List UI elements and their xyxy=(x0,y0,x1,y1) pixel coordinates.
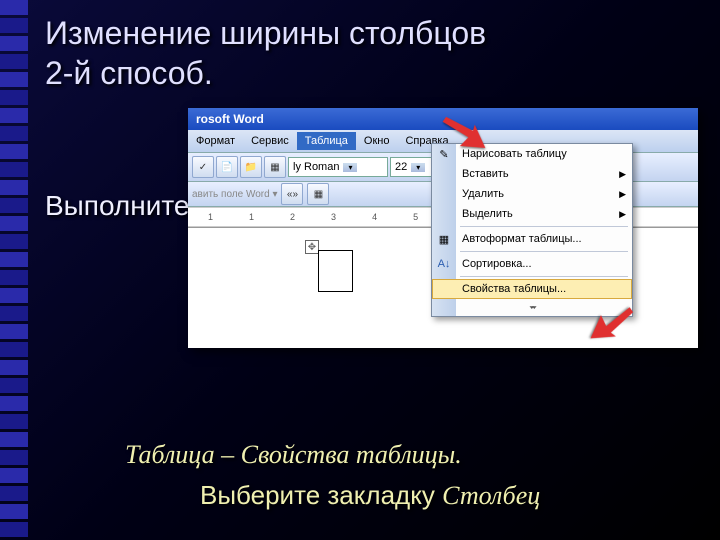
menu-item-select[interactable]: Выделить ▶ xyxy=(432,204,632,224)
menu-item-delete[interactable]: Удалить ▶ xyxy=(432,184,632,204)
slide-title-line1: Изменение ширины столбцов xyxy=(45,15,486,52)
pencil-icon: ✎ xyxy=(435,146,453,162)
ruler-mark: 5 xyxy=(413,212,418,222)
menu-item-label: Выделить xyxy=(462,208,513,220)
menu-item-autoformat[interactable]: ▦ Автоформат таблицы... xyxy=(432,229,632,249)
menu-table[interactable]: Таблица xyxy=(297,132,356,150)
slide-accent-strip xyxy=(0,0,28,540)
menu-item-insert[interactable]: Вставить ▶ xyxy=(432,164,632,184)
toolbar-button[interactable]: «» xyxy=(281,183,303,205)
table-dropdown-menu: ✎ Нарисовать таблицу Вставить ▶ Удалить … xyxy=(431,143,633,317)
menu-item-properties[interactable]: Свойства таблицы... xyxy=(432,279,632,299)
ruler-mark: 1 xyxy=(249,212,254,222)
menu-item-sort[interactable]: A↓ Сортировка... xyxy=(432,254,632,274)
chevron-down-icon: ▾ xyxy=(411,163,425,172)
menu-separator xyxy=(460,251,628,252)
insert-field-label[interactable]: авить поле Word ▾ xyxy=(192,189,277,200)
menu-separator xyxy=(460,276,628,277)
slide-title-line2: 2-й способ. xyxy=(45,55,213,92)
toolbar-button[interactable]: 📁 xyxy=(240,156,262,178)
menu-item-label: Автоформат таблицы... xyxy=(462,233,582,245)
menu-format[interactable]: Формат xyxy=(188,132,243,150)
ruler-mark: 4 xyxy=(372,212,377,222)
font-combo[interactable]: ly Roman ▾ xyxy=(288,157,388,177)
submenu-arrow-icon: ▶ xyxy=(619,209,626,220)
toolbar-button[interactable]: ▦ xyxy=(307,183,329,205)
table-format-icon: ▦ xyxy=(435,231,453,247)
toolbar-button[interactable]: 📄 xyxy=(216,156,238,178)
chevron-down-icon: ▾ xyxy=(343,163,357,172)
menu-item-label: Свойства таблицы... xyxy=(462,283,566,295)
sort-icon: A↓ xyxy=(435,256,453,272)
menu-item-label: Удалить xyxy=(462,188,504,200)
menu-item-label: Сортировка... xyxy=(462,258,532,270)
slide-instruction: Выполните: xyxy=(45,190,197,222)
ruler-mark: 3 xyxy=(331,212,336,222)
toolbar-button[interactable]: ▦ xyxy=(264,156,286,178)
menu-item-label: Вставить xyxy=(462,168,509,180)
footer2-italic: Столбец xyxy=(442,481,540,510)
slide-footer-path: Таблица – Свойства таблицы. xyxy=(125,440,462,470)
table-cell[interactable] xyxy=(318,250,353,292)
submenu-arrow-icon: ▶ xyxy=(619,169,626,180)
menu-window[interactable]: Окно xyxy=(356,132,398,150)
ruler-mark: 2 xyxy=(290,212,295,222)
menu-tools[interactable]: Сервис xyxy=(243,132,297,150)
slide-footer-action: Выберите закладку Столбец xyxy=(200,480,540,511)
chevron-down-icon: ▾▾ xyxy=(529,304,534,311)
footer2-plain: Выберите закладку xyxy=(200,480,442,510)
menu-separator xyxy=(460,226,628,227)
ruler-mark: 1 xyxy=(208,212,213,222)
font-name: ly Roman xyxy=(293,161,339,173)
font-size: 22 xyxy=(395,161,407,173)
submenu-arrow-icon: ▶ xyxy=(619,189,626,200)
table-move-handle-icon[interactable]: ✥ xyxy=(305,240,319,254)
spellcheck-icon[interactable]: ✓ xyxy=(192,156,214,178)
